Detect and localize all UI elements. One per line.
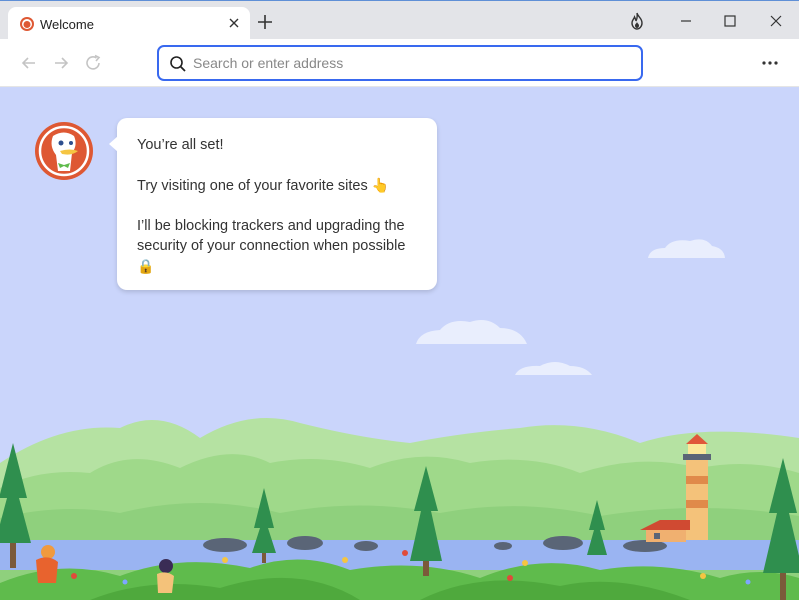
search-icon: [170, 56, 186, 72]
fire-button-icon[interactable]: [628, 12, 646, 30]
reload-icon[interactable]: [83, 53, 103, 73]
title-bar: Welcome: [0, 0, 799, 40]
pointing-hand-icon: 👆: [371, 177, 390, 193]
river: [0, 540, 799, 570]
tab-title: Welcome: [40, 17, 94, 32]
back-arrow-icon[interactable]: [19, 53, 39, 73]
welcome-message-bubble: You’re all set! Try visiting one of your…: [109, 118, 437, 290]
address-bar[interactable]: [157, 45, 643, 81]
search-input[interactable]: [193, 51, 633, 75]
lock-icon: 🔒: [137, 258, 155, 274]
more-menu-icon[interactable]: [758, 53, 782, 73]
welcome-suggestion: Try visiting one of your favorite sites …: [137, 177, 390, 194]
welcome-heading: You’re all set!: [137, 137, 224, 153]
minimize-icon[interactable]: [676, 11, 696, 31]
new-tab-page: You’re all set! Try visiting one of your…: [0, 88, 799, 600]
duckduckgo-favicon-icon: [20, 17, 34, 31]
tab-close-icon[interactable]: [227, 16, 241, 30]
tab-welcome[interactable]: Welcome: [8, 7, 250, 40]
forward-arrow-icon[interactable]: [51, 53, 71, 73]
toolbar: [0, 39, 799, 87]
duckduckgo-logo-icon: [35, 122, 93, 180]
new-tab-plus-icon[interactable]: [256, 13, 274, 31]
window-close-icon[interactable]: [766, 11, 786, 31]
clouds: [416, 239, 725, 375]
person-right-illustration: [157, 559, 174, 593]
welcome-privacy-note: I’ll be blocking trackers and upgrading …: [137, 218, 406, 274]
maximize-icon[interactable]: [720, 11, 740, 31]
